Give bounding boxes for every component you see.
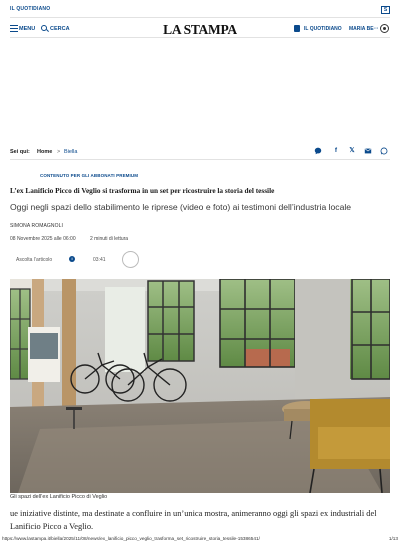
top-bar: IL QUOTIDIANO S [10,6,390,18]
photo-illustration [10,279,390,493]
search-icon[interactable] [41,25,47,31]
play-button[interactable] [122,251,139,268]
page-number: 1/13 [388,536,398,541]
article-subtitle: Oggi negli spazi dello stabilimento le r… [10,202,352,212]
breadcrumb: Sei qui: Home > Biella f 𝕏 [10,146,390,160]
info-icon[interactable]: i [69,256,75,262]
read-time: 2 minuti di lettura [90,236,129,242]
page-url: https://www.lastampa.it/biella/2025/11/0… [2,536,260,541]
hamburger-menu-icon[interactable] [10,25,18,32]
user-name[interactable]: MARIA BE··· [349,26,379,32]
comment-icon[interactable] [314,147,322,155]
breadcrumb-section[interactable]: Biella [64,149,77,155]
whatsapp-icon[interactable] [380,147,388,155]
breadcrumb-prefix: Sei qui: [10,149,30,155]
newspaper-icon[interactable] [294,25,300,32]
listen-label[interactable]: Ascolta l’articolo [16,257,52,263]
article-photo[interactable] [10,279,390,493]
article-paragraph: ue iniziative distinte, ma destinate a c… [10,509,377,531]
search-button[interactable]: CERCA [50,26,70,32]
photo-caption: Gli spazi dell’ex Lanificio Picco di Veg… [10,494,108,500]
subscription-icon[interactable]: S [381,6,390,14]
x-icon[interactable]: 𝕏 [348,147,356,155]
article-date: 08 Novembre 2025 alle 06:00 [10,236,76,242]
site-header: MENU CERCA LA STAMPA IL QUOTIDIANO MARIA… [10,20,390,38]
premium-kicker: CONTENUTO PER GLI ABBONATI PREMIUM [40,173,139,178]
quotidiano-button[interactable]: IL QUOTIDIANO [304,26,342,32]
site-logo[interactable]: LA STAMPA [155,22,245,38]
email-icon[interactable] [364,147,372,155]
article-title: L’ex Lanificio Picco di Veglio si trasfo… [10,186,275,195]
breadcrumb-home[interactable]: Home [37,149,52,155]
facebook-icon[interactable]: f [332,147,340,155]
article-author[interactable]: SIMONA ROMAGNOLI [10,223,63,229]
menu-button[interactable]: MENU [19,26,35,32]
print-footer: https://www.lastampa.it/biella/2025/11/0… [2,536,398,544]
user-avatar-icon[interactable] [380,24,389,33]
breadcrumb-separator: > [57,149,61,155]
audio-duration: 03:41 [93,257,106,263]
ad-space [10,40,390,140]
quotidiano-link[interactable]: IL QUOTIDIANO [10,6,50,12]
